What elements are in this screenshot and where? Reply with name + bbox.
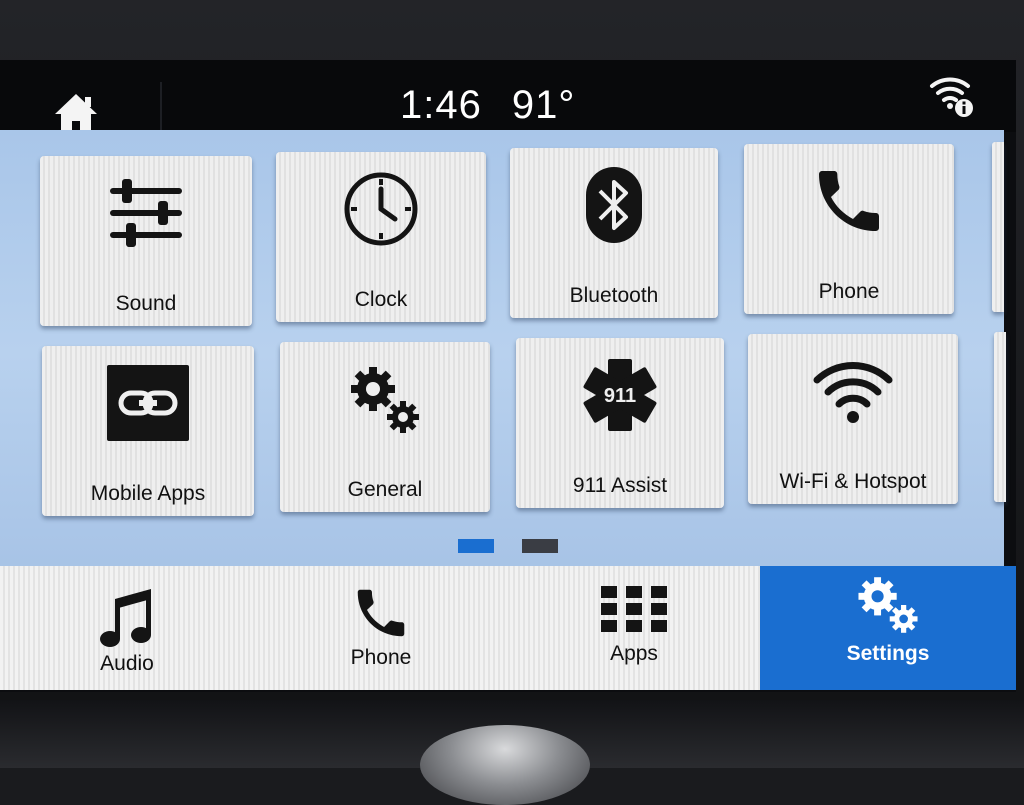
bottom-nav: Audio Phone Apps Settings <box>0 566 1016 690</box>
settings-grid: Sound Clock Bluetooth Phone Mobile Apps … <box>0 130 1006 576</box>
wifi-icon <box>813 362 893 423</box>
general-label: General <box>347 478 423 501</box>
911-assist-label: 911 Assist <box>572 474 668 497</box>
sliders-icon <box>110 179 182 247</box>
status-readout: 1:46 91° <box>400 80 600 130</box>
status-bar: 1:46 91° <box>0 60 1016 142</box>
wifi-hotspot-tile[interactable]: Wi-Fi & Hotspot <box>748 334 958 504</box>
wifi-hotspot-label: Wi-Fi & Hotspot <box>779 470 927 493</box>
clock-icon <box>344 172 418 246</box>
volume-knob[interactable] <box>420 725 590 805</box>
apps-grid-icon <box>601 586 667 632</box>
nav-phone-label: Phone <box>350 646 412 669</box>
phone-icon <box>819 171 879 231</box>
nav-phone[interactable]: Phone <box>254 566 508 690</box>
nav-apps-label: Apps <box>610 642 658 665</box>
page-indicator-next[interactable] <box>522 539 558 553</box>
next-page-tile-peek <box>994 332 1006 502</box>
infotainment-screen: 1:46 91° Sound Clock Bluetooth Phone Mob… <box>0 60 1016 692</box>
gears-icon <box>858 577 918 633</box>
bluetooth-label: Bluetooth <box>569 284 659 307</box>
sound-label: Sound <box>115 292 177 315</box>
mobile-apps-tile[interactable]: Mobile Apps <box>42 346 254 516</box>
home-icon <box>55 94 97 133</box>
wifi-info-icon <box>930 77 973 117</box>
nav-audio-label: Audio <box>100 652 154 675</box>
clock-time: 1:46 <box>400 82 482 127</box>
wifi-status-button[interactable] <box>928 72 980 120</box>
music-note-icon <box>100 589 151 647</box>
911-badge-text: 911 <box>604 385 636 407</box>
star-of-life-icon: 911 <box>583 359 657 431</box>
nav-audio[interactable]: Audio <box>0 566 254 690</box>
mobile-apps-label: Mobile Apps <box>90 482 206 505</box>
nav-apps[interactable]: Apps <box>508 566 760 690</box>
bluetooth-icon <box>586 167 642 243</box>
clock-tile[interactable]: Clock <box>276 152 486 322</box>
page-indicator-current[interactable] <box>458 539 494 553</box>
phone-label: Phone <box>818 280 880 303</box>
sound-tile[interactable]: Sound <box>40 156 252 326</box>
bluetooth-tile[interactable]: Bluetooth <box>510 148 718 318</box>
outside-temperature: 91° <box>511 82 576 127</box>
nav-settings[interactable]: Settings <box>760 566 1016 690</box>
gears-icon <box>351 367 419 433</box>
general-tile[interactable]: General <box>280 342 490 512</box>
next-page-tile-peek <box>992 142 1004 312</box>
911-assist-tile[interactable]: 911 911 Assist <box>516 338 724 508</box>
phone-tile[interactable]: Phone <box>744 144 954 314</box>
phone-icon <box>357 589 405 637</box>
clock-label: Clock <box>354 288 408 311</box>
nav-settings-label: Settings <box>846 642 930 665</box>
link-icon <box>107 365 189 441</box>
